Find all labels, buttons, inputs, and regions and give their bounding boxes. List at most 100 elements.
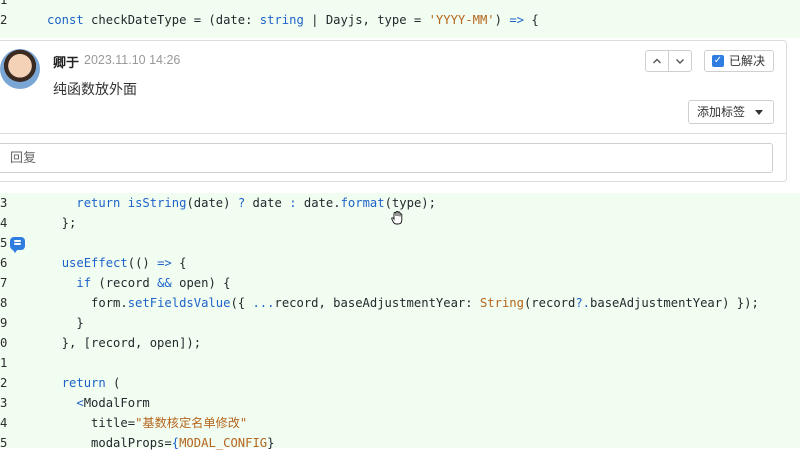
code-token: open) { [171, 276, 231, 290]
code-token: => [509, 13, 524, 27]
code-token: } [47, 316, 84, 330]
chevron-down-icon [676, 59, 684, 64]
code-line: 0 }, [record, open]); [0, 333, 800, 353]
code-text: return isString(date) ? date : date.form… [47, 193, 436, 213]
line-number: 3 [0, 196, 8, 210]
code-block-top: 1 2 const checkDateType = (date: string | … [0, 0, 800, 38]
add-tag-dropdown[interactable]: 添加标签 [688, 100, 774, 124]
code-text: const checkDateType = (date: string | Da… [47, 10, 539, 30]
comment-author: 卿于 [53, 55, 80, 70]
code-token: title= [47, 416, 136, 430]
avatar [0, 49, 40, 89]
code-token: if [76, 276, 92, 290]
code-token: | Dayjs, type = [303, 13, 429, 27]
line-number: 4 [0, 216, 8, 230]
line-number: 1 [0, 356, 8, 370]
code-token: : [289, 196, 297, 210]
code-token: isString [127, 196, 187, 210]
comment-bubble-icon[interactable] [10, 237, 25, 253]
code-line: 2 return ( [0, 373, 800, 393]
code-token: checkDateType = (date: [83, 13, 260, 27]
line-number: 7 [0, 276, 8, 290]
line-number: 4 [0, 416, 8, 430]
code-token: ( [105, 376, 121, 390]
code-token: ) [494, 13, 510, 27]
code-line: 3 <ModalForm [0, 393, 800, 413]
line-number: 0 [0, 336, 8, 350]
code-text: }; [47, 213, 77, 233]
comment-timestamp: 2023.11.10 14:26 [84, 53, 181, 67]
line-number: 5 [0, 436, 8, 450]
code-text: form.setFieldsValue({ ...record, baseAdj… [47, 293, 759, 313]
code-token: { [171, 256, 187, 270]
line-number: 2 [0, 376, 8, 390]
code-line: 5 modalProps={MODAL_CONFIG} [0, 433, 800, 453]
checkbox-checked-icon[interactable]: ✓ [712, 55, 724, 67]
code-token: ModalForm [83, 396, 150, 410]
code-token: record, baseAdjustmentYear: [274, 296, 480, 310]
line-number: 9 [0, 316, 8, 330]
comment-thread: 卿于 2023.11.10 14:26 纯函数放外面 ✓ 已解决 添加标签 回复 [0, 40, 787, 182]
code-line: 1 [0, 0, 800, 10]
code-token: ({ [230, 296, 253, 310]
code-token: useEffect [61, 256, 128, 270]
code-text: useEffect(() => { [47, 253, 187, 273]
code-token: return [76, 196, 121, 210]
code-block-bottom: 3 return isString(date) ? date : date.fo… [0, 193, 800, 450]
resolved-label: 已解决 [729, 54, 766, 68]
code-line: 3 return isString(date) ? date : date.fo… [0, 193, 800, 213]
code-token: format [340, 196, 385, 210]
code-token: ... [252, 296, 275, 310]
code-token: => [157, 256, 172, 270]
code-token: 'YYYY-MM' [428, 13, 495, 27]
code-token: string [259, 13, 304, 27]
code-token: form. [47, 296, 128, 310]
code-line: 8 form.setFieldsValue({ ...record, baseA… [0, 293, 800, 313]
resolved-toggle[interactable]: ✓ 已解决 [704, 50, 774, 72]
code-text: } [47, 313, 84, 333]
code-line: 1 [0, 353, 800, 373]
code-text: return ( [47, 373, 121, 393]
code-text: modalProps={MODAL_CONFIG} [47, 433, 274, 453]
code-text: }, [record, open]); [47, 333, 201, 353]
code-token: (record [91, 276, 158, 290]
code-token: && [157, 276, 172, 290]
code-token: baseAdjustmentYear) }); [590, 296, 759, 310]
previous-comment-button[interactable] [645, 50, 669, 72]
code-token: setFieldsValue [127, 296, 231, 310]
line-number: 1 [0, 0, 8, 7]
line-number: 8 [0, 296, 8, 310]
code-token: const [47, 13, 84, 27]
divider [0, 133, 786, 134]
code-token: }, [record, open]); [47, 336, 202, 350]
code-token: (record [523, 296, 576, 310]
code-line: 6 useEffect(() => { [0, 253, 800, 273]
line-number: 3 [0, 396, 8, 410]
code-token: < [76, 396, 84, 410]
code-token: }; [47, 216, 77, 230]
caret-down-icon [755, 110, 763, 115]
code-token: date. [296, 196, 341, 210]
add-tag-label: 添加标签 [697, 105, 746, 119]
code-token: "基数核定名单修改" [135, 416, 248, 430]
code-text: <ModalForm [47, 393, 150, 413]
code-line: 2 const checkDateType = (date: string | D… [0, 10, 800, 30]
reply-input[interactable]: 回复 [0, 143, 773, 173]
code-token: String [479, 296, 524, 310]
next-comment-button[interactable] [668, 50, 692, 72]
line-number: 2 [0, 13, 8, 27]
code-token: (() [127, 256, 158, 270]
code-token: ?. [575, 296, 591, 310]
line-number: 6 [0, 256, 8, 270]
code-token: (date) [186, 196, 238, 210]
chevron-up-icon [653, 58, 661, 64]
code-token: return [61, 376, 106, 390]
grab-hand-icon [391, 211, 403, 225]
code-line: 7 if (record && open) { [0, 273, 800, 293]
code-token: date [245, 196, 290, 210]
